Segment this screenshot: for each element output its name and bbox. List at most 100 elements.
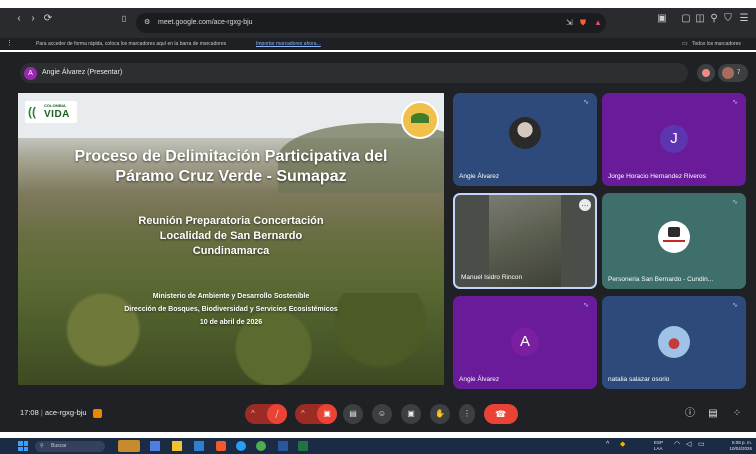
back-icon[interactable]: ‹ [14, 13, 24, 25]
captions-icon: ▣ [407, 409, 415, 418]
wifi-icon[interactable]: ◠ [674, 441, 680, 448]
more-options-icon[interactable]: … [579, 199, 591, 211]
captions-button[interactable]: ▣ [401, 404, 421, 424]
logo-stripe [663, 240, 685, 242]
leaf-icon [411, 113, 429, 123]
meeting-time: 17:08 [20, 408, 39, 417]
edge-icon[interactable] [236, 441, 246, 451]
folder-icon: ▭ [682, 41, 688, 47]
mic-off-icon[interactable]: ⧸ [267, 404, 287, 424]
participant-name: Angie Álvarez [459, 376, 500, 383]
participant-tile[interactable]: ∿ Angie Álvarez [453, 93, 597, 186]
weather-widget-icon[interactable] [118, 440, 140, 452]
search-icon: ⚲ [40, 443, 44, 449]
windows-start-icon[interactable] [18, 441, 28, 451]
activities-icon[interactable]: ⁘ [731, 408, 743, 420]
meeting-code: ace-rgxg-bju [44, 408, 87, 417]
chevron-up-icon[interactable]: ^ [251, 404, 255, 424]
participant-tile[interactable]: J ∿ Jorge Horacio Hernandez Riveros [602, 93, 746, 186]
participant-tile[interactable]: A ∿ Angie Álvarez [453, 296, 597, 389]
bookmark-page-icon[interactable]: ▯ [118, 13, 130, 25]
import-bookmarks-link[interactable]: Importar marcadores ahora... [256, 38, 321, 50]
chevron-up-icon[interactable]: ^ [301, 404, 305, 424]
brave-shield-icon[interactable]: ⛊ [580, 13, 586, 33]
shared-slide: (( COLOMBIA VIDA Proceso de Delimitación… [18, 93, 444, 385]
audio-indicator-icon: ∿ [583, 302, 589, 309]
participant-name: Angie Álvarez [459, 173, 500, 180]
camera-off-icon[interactable]: ▣ [317, 404, 337, 424]
raise-hand-button[interactable]: ✋ [430, 404, 450, 424]
battery-icon[interactable]: ▭ [698, 441, 705, 448]
participants-chip[interactable]: 7 [718, 64, 748, 82]
logo-country: COLOMBIA [44, 103, 66, 108]
start-pane [18, 441, 23, 446]
audio-indicator-icon: ∿ [732, 99, 738, 106]
forward-icon[interactable]: › [28, 13, 38, 25]
extension-icon[interactable]: ⇲ [566, 13, 573, 33]
store-icon[interactable] [194, 441, 204, 451]
volume-icon[interactable]: ◁ [686, 441, 691, 448]
search-placeholder: Buscar [51, 443, 67, 449]
participants-count: 7 [737, 70, 741, 76]
slide-subtitle-line3: Cundinamarca [192, 245, 270, 257]
slide-credits-line1: Ministerio de Ambiente y Desarrollo Sost… [152, 293, 310, 300]
participant-tile[interactable]: ∿ Personeria San Bernardo - Cundin... [602, 193, 746, 289]
record-icon [702, 69, 710, 77]
info-icon[interactable]: ⓘ [684, 408, 696, 420]
mic-control[interactable]: ^ ⧸ [245, 404, 287, 424]
input-language[interactable]: ESP LAA [654, 440, 663, 452]
brave-browser-icon[interactable] [216, 441, 226, 451]
present-button[interactable]: ▤ [343, 404, 363, 424]
leave-call-button[interactable]: ☎ [484, 404, 518, 424]
file-explorer-icon[interactable] [172, 441, 182, 451]
all-bookmarks-link[interactable]: Todos los marcadores [692, 38, 741, 50]
presenter-label: Angie Álvarez (Presentar) [42, 69, 123, 76]
chrome-icon[interactable] [256, 441, 266, 451]
participant-photo [509, 117, 541, 149]
audio-indicator-icon: ∿ [732, 199, 738, 206]
shield-icon[interactable]: ⛉ [722, 13, 734, 25]
extensions-icon[interactable]: ⚲ [708, 13, 720, 25]
hand-icon: ✋ [435, 409, 445, 418]
bookmarks-hint: Para acceder de forma rápida, coloca los… [36, 41, 227, 47]
colombia-vida-logo: (( COLOMBIA VIDA [25, 101, 77, 123]
taskbar [0, 438, 756, 454]
menu-icon[interactable]: ☰ [738, 13, 750, 25]
bookmarks-bar: ⋮ Para acceder de forma rápida, coloca l… [0, 38, 756, 50]
reactions-button[interactable]: ☺ [372, 404, 392, 424]
participant-photo [658, 326, 690, 358]
building-icon [668, 227, 680, 237]
sidebar-icon[interactable]: ▣ [656, 13, 668, 25]
emoji-icon: ☺ [377, 409, 387, 418]
excel-icon[interactable] [298, 441, 308, 451]
reload-icon[interactable]: ⟳ [42, 13, 54, 25]
site-info-icon[interactable]: ⚙ [144, 13, 150, 33]
word-icon[interactable] [278, 441, 288, 451]
taskbar-search[interactable]: ⚲ Buscar [35, 441, 105, 452]
participant-name: natalia salazar osorio [608, 376, 670, 383]
split-view-icon[interactable]: ◫ [694, 13, 706, 25]
record-button[interactable] [697, 64, 715, 82]
participant-tile[interactable]: ∿ natalia salazar osorio [602, 296, 746, 389]
camera-control[interactable]: ^ ▣ [295, 404, 337, 424]
task-view-icon[interactable] [150, 441, 160, 451]
address-bar[interactable]: ⚙ meet.google.com/ace-rgxg-bju ⇲ ⛊ ▲ [136, 13, 606, 33]
start-pane [23, 441, 28, 446]
apps-icon[interactable]: ⋮ [6, 38, 13, 50]
tray-app-icon[interactable]: ◆ [620, 441, 625, 448]
slide-subtitle: Reunión Preparatoria Concertación Locali… [18, 214, 444, 259]
meeting-info: 17:08 | ace-rgxg-bju [20, 407, 102, 419]
participant-name: Personeria San Bernardo - Cundin... [608, 276, 714, 283]
rewards-icon[interactable]: ▲ [594, 13, 602, 33]
participant-tile-video[interactable]: … Manuel Isidro Rincon [453, 193, 597, 289]
present-icon: ▤ [349, 409, 357, 418]
more-options-button[interactable]: ⋮ [459, 404, 475, 424]
url-text: meet.google.com/ace-rgxg-bju [158, 19, 253, 26]
taskbar-clock[interactable]: 5:08 p. m. 10/04/2026 [714, 440, 752, 452]
tab-icon[interactable]: ▢ [680, 13, 692, 25]
audio-indicator-icon: ∿ [583, 99, 589, 106]
chat-icon[interactable]: ▤ [707, 408, 719, 420]
slide-title-line1: Proceso de Delimitación Participativa de… [74, 148, 388, 165]
slide-credits-line2: Dirección de Bosques, Biodiversidad y Se… [124, 306, 338, 313]
tray-expand-icon[interactable]: ^ [606, 441, 609, 448]
